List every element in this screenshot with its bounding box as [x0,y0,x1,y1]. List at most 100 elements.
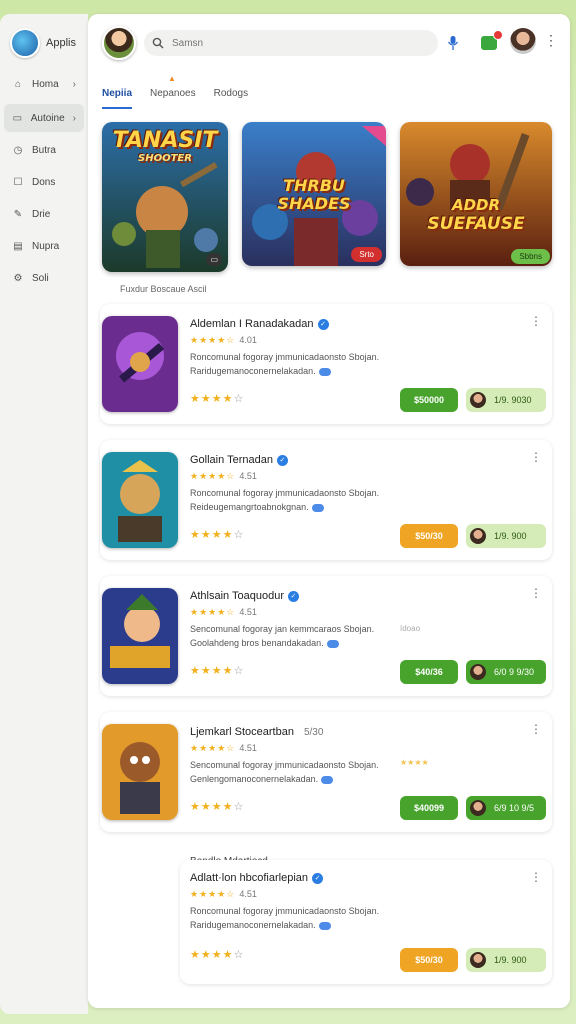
search-icon [152,37,164,49]
book-icon: ▤ [13,240,23,252]
price-button[interactable]: $50/30 [400,948,458,972]
edit-icon: ✎ [13,208,23,220]
app-rating: ★★★★☆ 4.51 [190,743,257,753]
verified-icon: ✓ [276,454,288,466]
link-icon [318,921,331,930]
more-vert-icon[interactable]: ⋮ [544,32,558,49]
app-description: Roncomunal fogoray jmmunicadaonsto Sboja… [190,906,380,930]
banner-subtitle: SUEFAUSE [427,214,525,234]
sidebar-item-apps[interactable]: ▭ Autoine › [4,104,84,132]
link-icon [318,367,331,376]
clock-icon: ◷ [13,144,23,156]
link-icon [326,639,339,648]
sidebar-item-label: Soli [32,272,49,284]
banner-badge: Sbbns [511,249,550,264]
user-avatar[interactable] [510,28,536,54]
get-button[interactable]: 6/0 9 9/30 [466,660,546,684]
sidebar-item-settings[interactable]: ⚙ Soli [4,264,84,292]
brand[interactable]: Applis [10,28,76,58]
tab-bar: Nepiia ▲ Nepanoes Rodogs [102,74,248,109]
get-button[interactable]: 1/9. 900 [466,524,546,548]
chevron-right-icon: › [72,112,76,124]
main-panel: ⋮ Nepiia ▲ Nepanoes Rodogs TANASIT SHOOT… [88,14,570,1008]
avatar [470,392,486,408]
avatar [470,952,486,968]
app-card[interactable]: Gollain Ternadan ✓ ★★★★☆ 4.51 Roncomunal f… [100,440,552,560]
banner-caption: Fuxdur Boscaue Ascil [120,284,207,294]
price-button[interactable]: $40/36 [400,660,458,684]
app-title: Adlatt·lon hbcofiarlepian ✓ [190,872,324,884]
flame-icon: ▲ [168,74,176,83]
link-icon [311,503,324,512]
profile-avatar[interactable] [102,26,136,60]
sidebar-item-label: Autoine [30,112,65,124]
sidebar-item-label: Homa [32,78,59,90]
tab-rankings[interactable]: Rodogs [214,88,248,109]
more-vert-icon[interactable]: ⋮ [530,722,542,736]
more-vert-icon[interactable]: ⋮ [530,450,542,464]
price-button[interactable]: $50/30 [400,524,458,548]
sidebar-item-box[interactable]: ☐ Dons [4,168,84,196]
avatar [470,664,486,680]
sidebar-item-label: Nupra [32,240,60,252]
star-rating: ★★★★☆ [190,393,245,405]
banner-card[interactable]: TANASIT SHOOTER ▭ [102,122,228,272]
sidebar-item-label: Butra [32,144,56,156]
app-thumbnail [102,724,178,820]
sidebar-item-home[interactable]: ⌂ Homa › [4,70,84,98]
banner-card[interactable]: ADDR SUEFAUSE Sbbns [400,122,552,266]
sidebar: Applis ⌂ Homa › ▭ Autoine › ◷ Butra ☐ Do… [0,14,88,1014]
avatar [470,800,486,816]
banner-subtitle: SHOOTER [138,153,192,164]
app-version: 5/30 [303,726,324,738]
price-button[interactable]: $40099 [400,796,458,820]
get-button[interactable]: 1/9. 900 [466,948,546,972]
app-rating: ★★★★☆ 4.51 [190,471,257,481]
settings-icon: ⚙ [13,272,23,284]
sidebar-item-label: Drie [32,208,51,220]
search-bar[interactable] [144,30,438,56]
verified-icon: ✓ [317,318,329,330]
banner-card[interactable]: THRBU SHADES Srto [242,122,386,266]
get-button[interactable]: 1/9. 9030 [466,388,546,412]
banner-title: THRBU [283,176,345,195]
app-rating: ★★★★☆ 4.01 [190,335,257,345]
app-description: Sencomunal fogoray jan kemmcaraos Sbojan… [190,624,375,648]
price-button[interactable]: $50000 [400,388,458,412]
more-vert-icon[interactable]: ⋮ [530,586,542,600]
app-thumbnail [102,452,178,548]
sidebar-item-book[interactable]: ▤ Nupra [4,232,84,260]
app-card[interactable]: Aldemlan I Ranadakadan ✓ ★★★★☆ 4.01 Roncom… [100,304,552,424]
home-icon: ⌂ [14,78,22,90]
search-input[interactable] [172,37,412,49]
app-card[interactable]: Ljemkarl Stoceartban 5/30 ★★★★☆ 4.51 Senc… [100,712,552,832]
more-vert-icon[interactable]: ⋮ [530,314,542,328]
star-rating: ★★★★☆ [190,529,245,541]
banner-art [400,122,552,266]
app-description: Roncomunal fogoray jmmunicadaonsto Sboja… [190,488,380,512]
more-vert-icon[interactable]: ⋮ [530,870,542,884]
sidebar-item-edit[interactable]: ✎ Drie [4,200,84,228]
app-title: Gollain Ternadan ✓ [190,454,288,466]
tab-new[interactable]: ▲ Nepanoes [150,74,196,109]
banner-badge: Srto [351,247,382,262]
app-description: Sencomunal fogoray jmmunicadaonsto Sboja… [190,760,379,784]
mic-icon[interactable] [442,32,464,54]
gift-icon[interactable] [478,30,503,54]
get-button[interactable]: 6/9 10 9/5 [466,796,546,820]
box-icon: ☐ [13,176,23,188]
app-rating: ★★★★☆ 4.51 [190,607,257,617]
verified-icon: ✓ [312,872,324,884]
app-card[interactable]: Athlsain Toaquodur ✓ ★★★★☆ 4.51 Sencomunal… [100,576,552,696]
app-thumbnail [102,588,178,684]
sidebar-item-label: Dons [32,176,56,188]
chevron-right-icon: › [72,78,76,90]
tab-featured[interactable]: Nepiia [102,88,133,109]
banner-menu-icon: ▭ [206,253,222,266]
sidebar-item-recent[interactable]: ◷ Butra [4,136,84,164]
app-title: Aldemlan I Ranadakadan ✓ [190,318,329,330]
side-note: Idoao [400,624,421,633]
app-card[interactable]: Adlatt·lon hbcofiarlepian ✓ ★★★★☆ 4.51 Ron… [180,860,552,984]
verified-icon: ✓ [287,590,299,602]
app-logo-icon [10,28,40,58]
